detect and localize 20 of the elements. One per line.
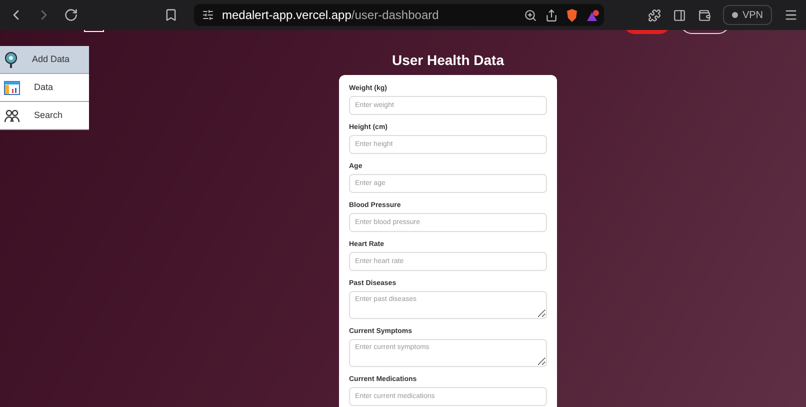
page-title: User Health Data <box>392 51 504 70</box>
chart-window-icon <box>4 80 20 94</box>
url-text: medalert-app.vercel.app/user-dashboard <box>222 7 439 24</box>
extensions-icon[interactable] <box>648 8 662 22</box>
share-icon[interactable] <box>545 8 558 22</box>
vpn-button[interactable]: VPN <box>723 5 772 25</box>
sidebar-item[interactable]: Search <box>0 102 89 130</box>
triangle-badge-icon[interactable] <box>586 8 600 22</box>
sidebar-toggle-icon[interactable] <box>673 8 686 22</box>
menu-icon[interactable] <box>784 8 798 22</box>
bookmark-icon[interactable] <box>164 8 178 22</box>
zoom-icon[interactable] <box>524 8 537 22</box>
wallet-icon[interactable] <box>698 8 712 22</box>
site-settings-icon[interactable] <box>202 9 214 21</box>
address-bar[interactable]: medalert-app.vercel.app/user-dashboard <box>194 4 604 26</box>
people-icon <box>4 108 20 122</box>
sidebar-item[interactable]: Add Data <box>0 46 89 74</box>
pin-icon <box>4 52 18 68</box>
reload-icon[interactable] <box>64 8 78 22</box>
sidebar-item[interactable]: Data <box>0 74 89 102</box>
